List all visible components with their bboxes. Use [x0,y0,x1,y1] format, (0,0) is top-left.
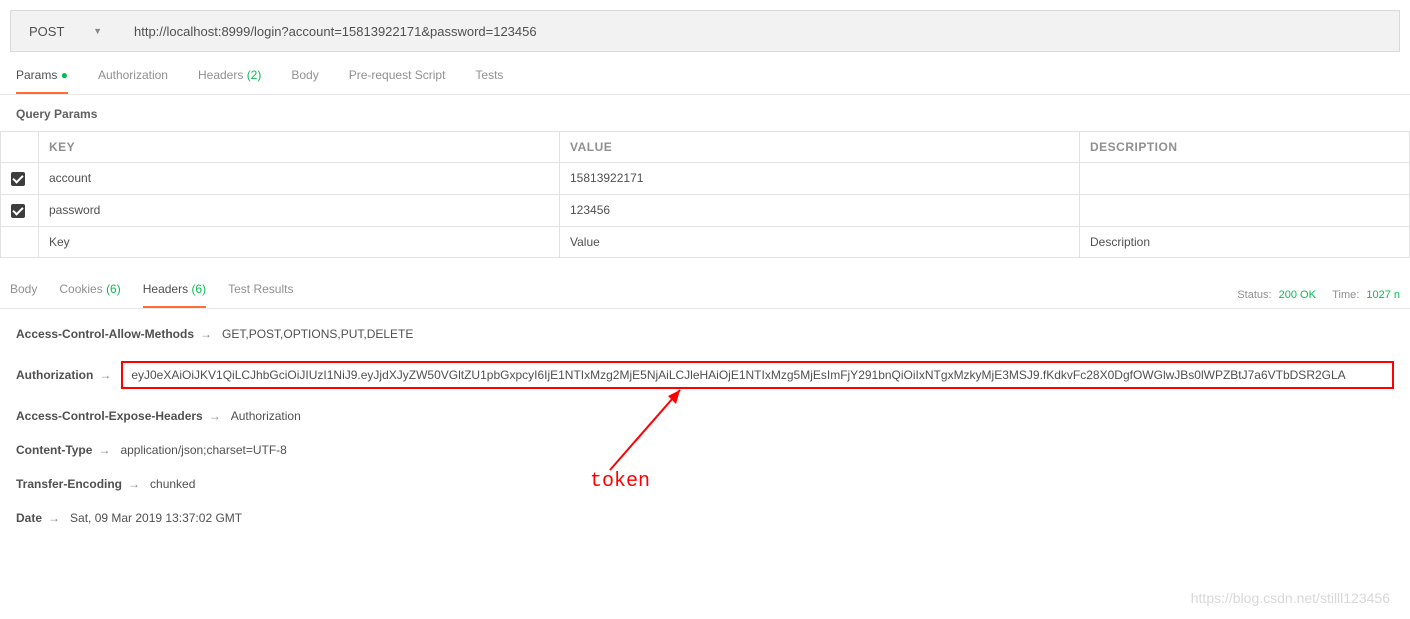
param-key[interactable]: password [39,194,560,226]
checkbox-icon[interactable] [11,204,25,218]
params-table: KEY VALUE DESCRIPTION account 1581392217… [0,131,1410,258]
url-input[interactable] [116,11,1399,51]
arrow-right-icon: → [48,511,60,525]
param-value[interactable]: 15813922171 [560,163,1080,195]
response-tabs: Body Cookies (6) Headers (6) Test Result… [8,282,293,308]
chevron-down-icon: ▼ [93,26,102,36]
header-value: GET,POST,OPTIONS,PUT,DELETE [222,327,413,341]
table-row-new: Key Value Description [1,226,1410,257]
table-row: password 123456 [1,194,1410,226]
header-key: Content-Type [16,443,92,457]
header-value: eyJ0eXAiOiJKV1QiLCJhbGciOiJIUzI1NiJ9.eyJ… [121,361,1394,389]
header-key: Access-Control-Expose-Headers [16,409,203,423]
resp-tab-body[interactable]: Body [10,282,37,308]
dot-icon: ● [61,68,68,82]
tab-body[interactable]: Body [291,68,318,94]
header-key: Date [16,511,42,525]
arrow-right-icon: → [99,368,111,382]
param-desc[interactable] [1080,163,1410,195]
tab-prerequest[interactable]: Pre-request Script [349,68,446,94]
col-check [1,132,39,163]
header-value: Authorization [231,409,301,423]
header-key: Access-Control-Allow-Methods [16,327,194,341]
annotation-token: token [590,470,650,493]
header-key: Transfer-Encoding [16,477,122,491]
resp-tab-cookies[interactable]: Cookies (6) [59,282,120,308]
param-value-placeholder[interactable]: Value [560,226,1080,257]
header-row: Access-Control-Allow-Methods → GET,POST,OP… [16,327,1394,341]
arrow-right-icon: → [128,477,140,491]
method-label: POST [29,24,64,39]
tab-headers[interactable]: Headers (2) [198,68,261,94]
header-value: application/json;charset=UTF-8 [120,443,286,457]
resp-tab-tests[interactable]: Test Results [228,282,293,308]
header-row: Transfer-Encoding → chunked [16,477,1394,491]
col-desc: DESCRIPTION [1080,132,1410,163]
param-desc[interactable] [1080,194,1410,226]
arrow-right-icon: → [200,327,212,341]
arrow-right-icon: → [209,409,221,423]
response-bar: Body Cookies (6) Headers (6) Test Result… [0,268,1410,309]
checkbox-icon[interactable] [11,172,25,186]
request-bar: POST ▼ [10,10,1400,52]
col-value: VALUE [560,132,1080,163]
response-headers-list: Access-Control-Allow-Methods → GET,POST,OP… [0,309,1410,563]
header-row: Access-Control-Expose-Headers → Authorizat… [16,409,1394,423]
param-value[interactable]: 123456 [560,194,1080,226]
table-row: account 15813922171 [1,163,1410,195]
header-row: Date → Sat, 09 Mar 2019 13:37:02 GMT [16,511,1394,525]
tab-params[interactable]: Params ● [16,68,68,94]
request-tabs: Params ● Authorization Headers (2) Body … [0,62,1410,95]
header-key: Authorization [16,368,93,382]
header-row: Content-Type → application/json;charset=UT… [16,443,1394,457]
tab-tests[interactable]: Tests [475,68,503,94]
method-select[interactable]: POST ▼ [11,24,116,39]
arrow-right-icon: → [98,443,110,457]
header-value: chunked [150,477,195,491]
param-desc-placeholder[interactable]: Description [1080,226,1410,257]
header-value: Sat, 09 Mar 2019 13:37:02 GMT [70,511,242,525]
query-params-title: Query Params [0,95,1410,131]
watermark: https://blog.csdn.net/stilll123456 [1191,590,1390,606]
param-key-placeholder[interactable]: Key [39,226,560,257]
param-key[interactable]: account [39,163,560,195]
resp-tab-headers[interactable]: Headers (6) [143,282,206,308]
col-key: KEY [39,132,560,163]
response-status: Status: 200 OK Time: 1027 n [1233,289,1400,301]
tab-authorization[interactable]: Authorization [98,68,168,94]
header-row: Authorization → eyJ0eXAiOiJKV1QiLCJhbGciOi… [16,361,1394,389]
